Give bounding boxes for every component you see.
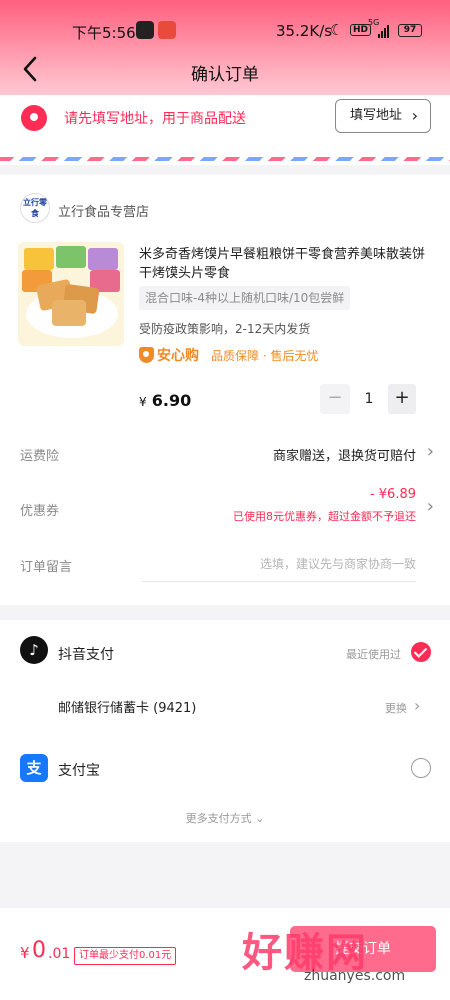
coupon-note: 已使用8元优惠券，超过金额不予退还 (233, 510, 416, 523)
guarantee-brand: 安心购 (157, 348, 199, 364)
address-section: 请先填写地址，用于商品配送 填写地址 › (0, 95, 450, 165)
insurance-value[interactable]: 商家赠送，退换货可赔付 (273, 445, 416, 464)
moon-icon: ☾ (330, 21, 344, 39)
total-amount-dec: .01 (48, 946, 71, 962)
page-title: 确认订单 (191, 65, 259, 85)
watermark: 好赚网 zhuanyes.com (242, 920, 450, 990)
guarantee-desc: 品质保障 · 售后无忧 (211, 349, 319, 363)
quantity-value[interactable]: 1 (354, 384, 384, 414)
change-card-link[interactable]: 更换 (385, 700, 407, 716)
more-payment-label: 更多支付方式 (185, 812, 252, 825)
nav-bar: 确认订单 (0, 48, 450, 92)
order-card: 立行零食 立行食品专营店 米多奇香烤馍片早餐粗粮饼干零食营养美味散装饼干烤馍头片… (0, 175, 450, 605)
shipping-note: 受防疫政策影响，2-12天内发货 (139, 322, 311, 336)
coupon-label: 优惠券 (20, 504, 60, 519)
chevron-right-icon: › (411, 106, 418, 125)
alipay-label[interactable]: 支付宝 (58, 760, 100, 780)
bank-card-label[interactable]: 邮储银行储蓄卡 (9421) (58, 697, 196, 716)
network-rate: 35.2K/s (276, 22, 333, 40)
memo-input[interactable]: 选填，建议先与商家协商一致 (142, 550, 416, 582)
chevron-right-icon[interactable]: › (427, 496, 434, 517)
insurance-label: 运费险 (20, 449, 60, 464)
product-price: ¥ 6.90 (139, 391, 191, 410)
payment-section: ♪ 抖音支付 最近使用过 邮储银行储蓄卡 (9421) 更换 › 支 支付宝 更… (0, 620, 450, 842)
alipay-radio[interactable] (411, 758, 431, 778)
watermark-sub: zhuanyes.com (304, 968, 406, 984)
envelope-stripe (0, 157, 450, 161)
signal-bars-icon (378, 24, 389, 38)
douyin-pay-label[interactable]: 抖音支付 (58, 644, 114, 664)
shield-icon (139, 347, 154, 363)
battery-icon: 97 (398, 24, 422, 37)
douyin-pay-icon: ♪ (20, 636, 48, 664)
min-pay-tag: 订单最少支付0.01元 (74, 947, 177, 965)
chevron-right-icon[interactable]: › (427, 441, 434, 462)
fill-address-button[interactable]: 填写地址 › (335, 99, 431, 133)
product-spec[interactable]: 混合口味-4种以上随机口味/10包尝鲜 (139, 286, 351, 310)
product-image[interactable] (18, 242, 124, 346)
alipay-icon: 支 (20, 754, 48, 782)
shop-logo: 立行零食 (20, 193, 50, 223)
notification-app-icon (158, 21, 176, 39)
total-currency: ¥ (20, 944, 30, 962)
status-time: 下午5:56 (72, 24, 136, 42)
chevron-right-icon[interactable]: › (414, 696, 420, 715)
price-value: 6.90 (151, 391, 192, 410)
coupon-amount[interactable]: - ¥6.89 (370, 487, 416, 502)
recent-used-label: 最近使用过 (346, 648, 401, 661)
memo-label: 订单留言 (20, 560, 73, 575)
increase-button[interactable]: + (388, 384, 416, 414)
qq-icon (136, 21, 154, 39)
product-title[interactable]: 米多奇香烤馍片早餐粗粮饼干零食营养美味散装饼干烤馍头片零食 (139, 245, 434, 283)
price-symbol: ¥ (139, 395, 147, 409)
fill-address-label: 填写地址 (350, 108, 403, 123)
more-payment-options[interactable]: 更多支付方式 ⌄ (0, 810, 450, 826)
total-amount-int: 0 (32, 938, 46, 963)
status-bar: 下午5:56 35.2K/s ☾ HD 5G 97 (0, 0, 450, 44)
shop-name[interactable]: 立行食品专营店 (58, 201, 149, 220)
address-hint: 请先填写地址，用于商品配送 (64, 111, 246, 127)
selected-check-icon[interactable] (411, 642, 431, 662)
decrease-button[interactable]: − (320, 384, 350, 414)
location-pin-icon (21, 105, 47, 131)
chevron-down-icon: ⌄ (255, 812, 265, 825)
